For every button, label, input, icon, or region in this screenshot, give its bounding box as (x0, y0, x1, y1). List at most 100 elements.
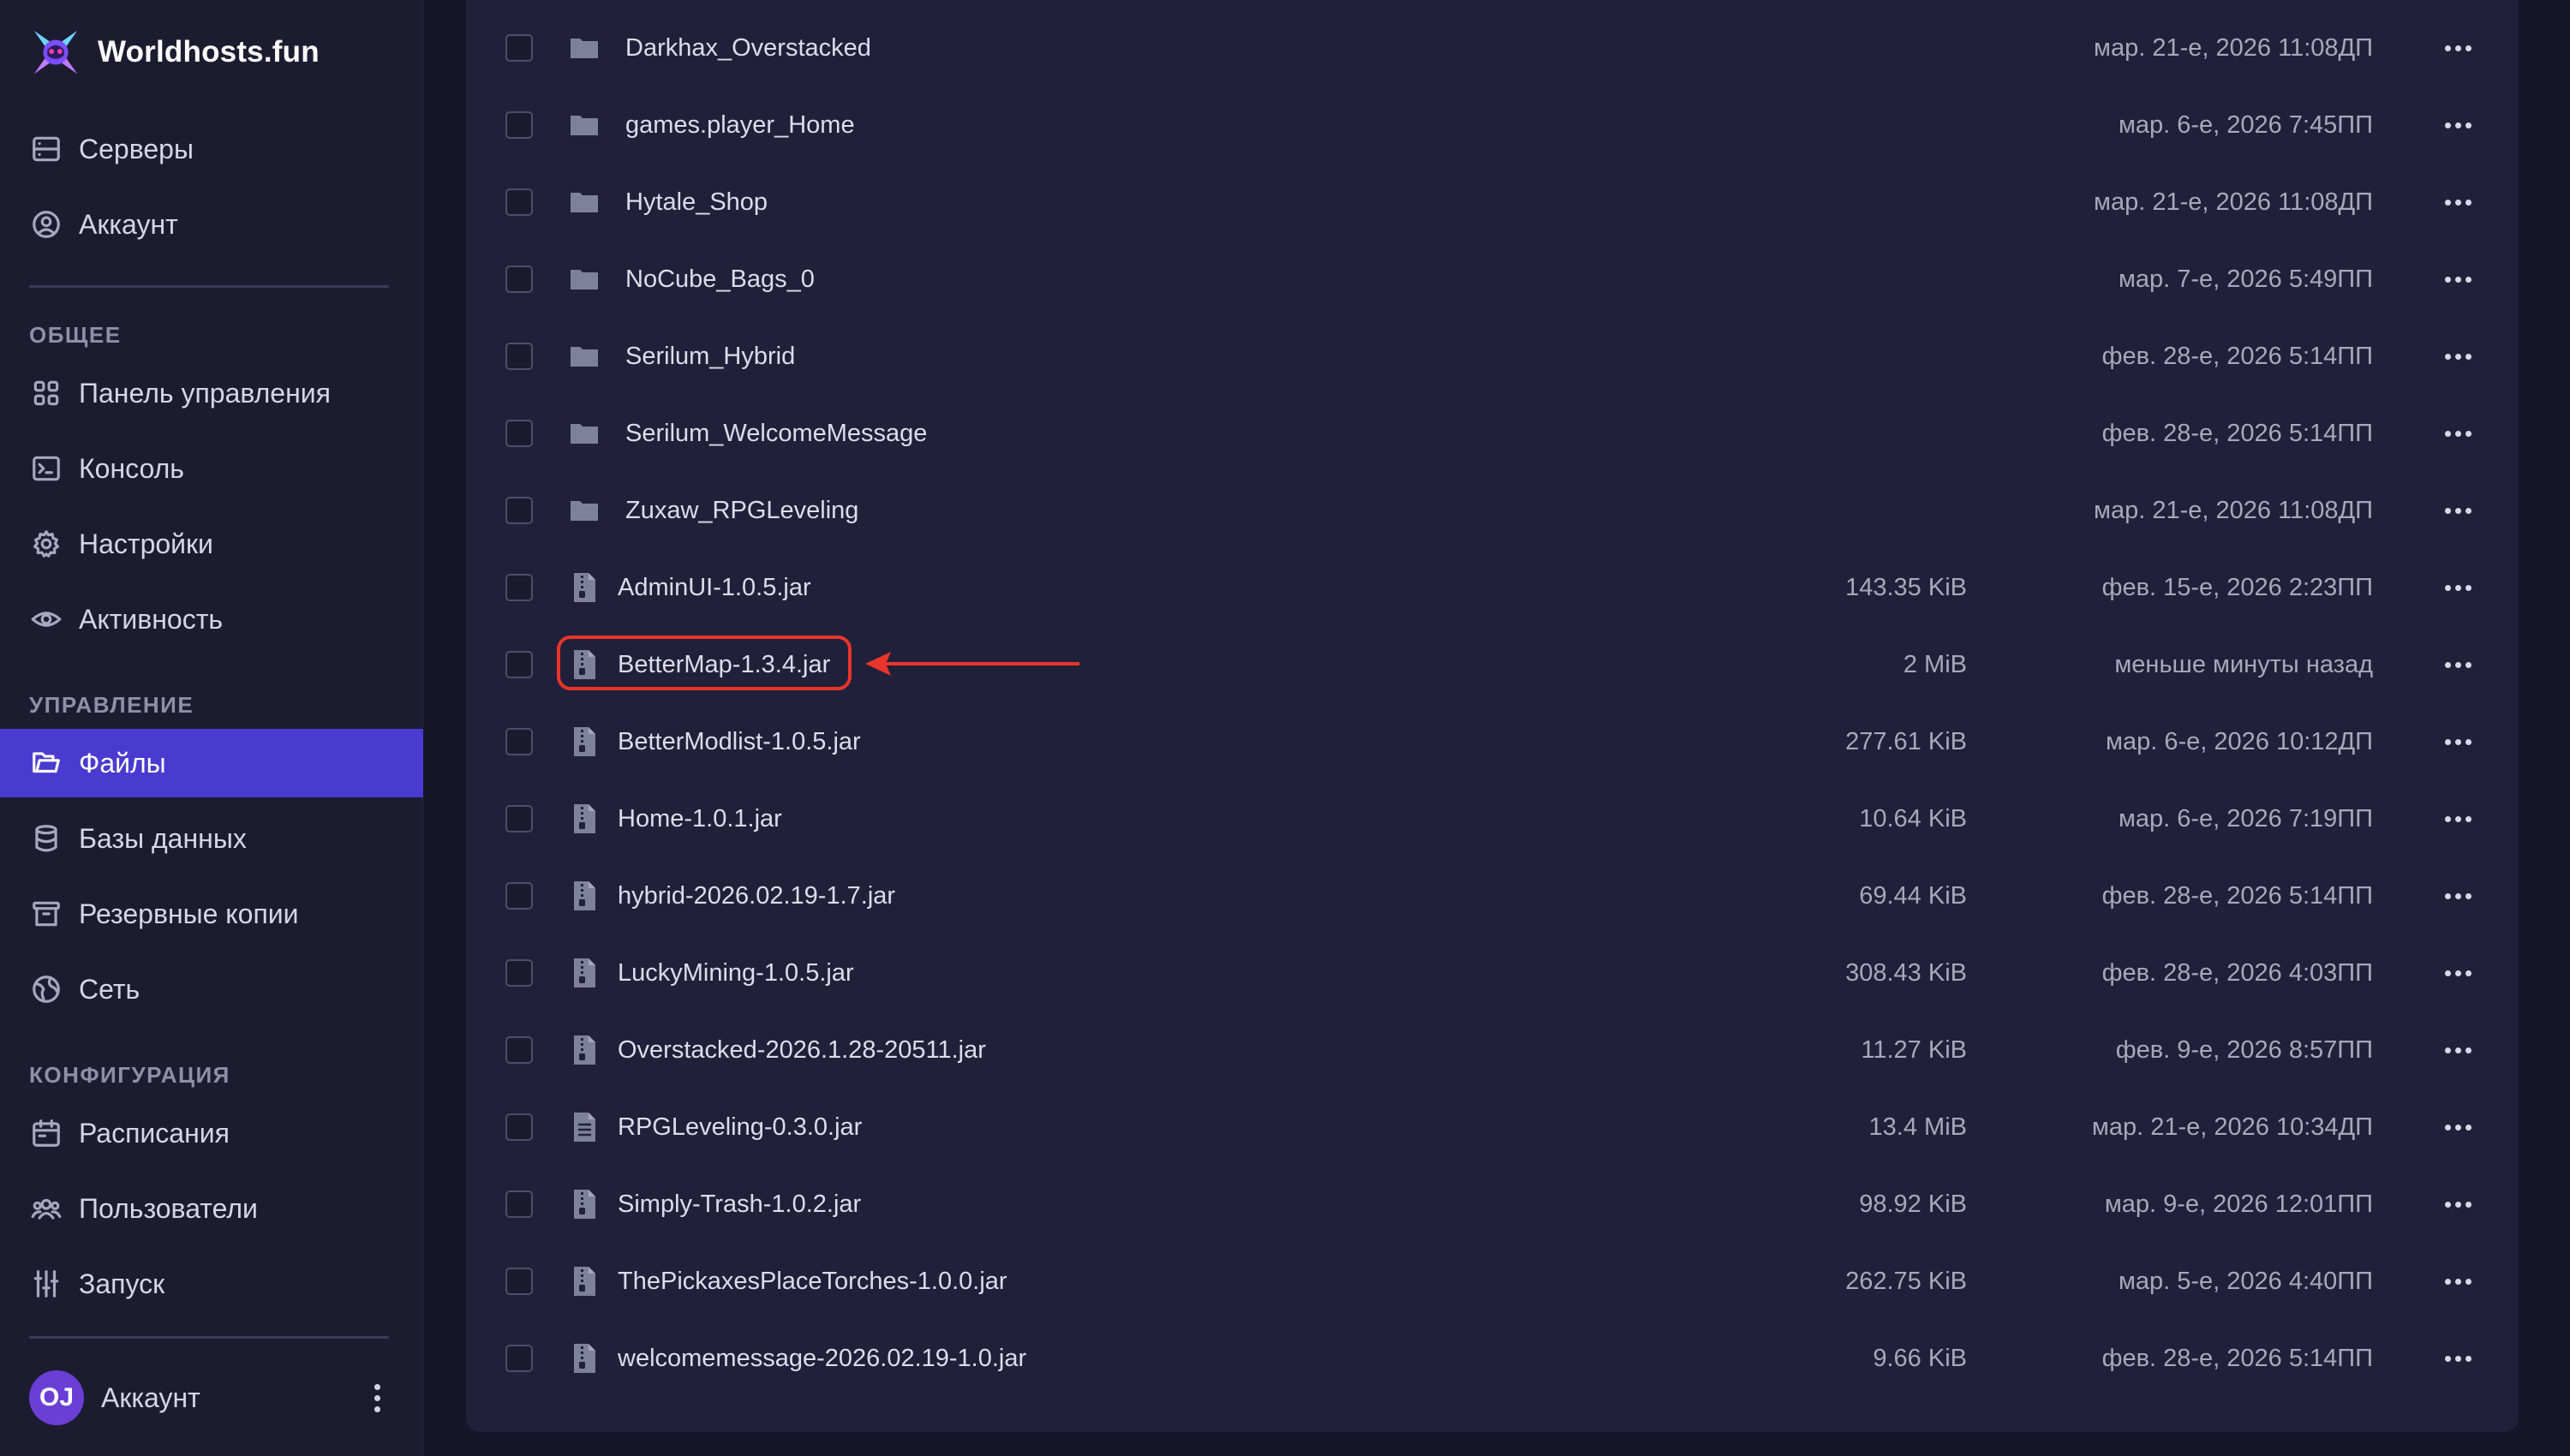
nav-account[interactable]: Аккаунт (0, 190, 423, 259)
file-name[interactable]: games.player_Home (625, 111, 855, 140)
table-row[interactable]: Serilum_Hybrid фев. 28-е, 2026 5:14ПП (466, 318, 2519, 395)
row-options-button[interactable] (2436, 1341, 2479, 1375)
file-name[interactable]: Home-1.0.1.jar (618, 805, 782, 833)
row-options-button[interactable] (2436, 802, 2479, 836)
table-row[interactable]: Hytale_Shop мар. 21-е, 2026 11:08ДП (466, 164, 2519, 241)
nav-databases[interactable]: Базы данных (0, 804, 423, 873)
nav-console[interactable]: Консоль (0, 434, 423, 503)
account-options-button[interactable] (360, 1370, 394, 1425)
file-name[interactable]: RPGLeveling-0.3.0.jar (618, 1113, 862, 1142)
table-row[interactable]: Darkhax_Overstacked мар. 21-е, 2026 11:08… (466, 9, 2519, 87)
nav-network[interactable]: Сеть (0, 955, 423, 1023)
file-name[interactable]: BetterMap-1.3.4.jar (618, 651, 830, 679)
brand[interactable]: Worldhosts.fun (29, 26, 320, 79)
row-checkbox[interactable] (505, 188, 533, 216)
table-row[interactable]: AdminUI-1.0.5.jar 143.35 KiB фев. 15-е, 20… (466, 549, 2519, 626)
row-options-button[interactable] (2436, 416, 2479, 451)
row-options-button[interactable] (2436, 570, 2479, 605)
row-checkbox[interactable] (505, 805, 533, 832)
row-options-button[interactable] (2436, 1264, 2479, 1298)
file-name[interactable]: Simply-Trash-1.0.2.jar (618, 1190, 861, 1219)
user-circle-icon (33, 211, 60, 238)
row-checkbox[interactable] (505, 1190, 533, 1218)
row-checkbox[interactable] (505, 1268, 533, 1295)
nav-startup[interactable]: Запуск (0, 1250, 423, 1318)
more-horizontal-icon (2444, 199, 2451, 206)
file-name[interactable]: Zuxaw_RPGLeveling (625, 497, 858, 525)
file-name[interactable]: welcomemessage-2026.02.19-1.0.jar (618, 1345, 1026, 1373)
nav-label: Файлы (79, 747, 166, 779)
row-checkbox[interactable] (505, 574, 533, 601)
row-options-button[interactable] (2436, 1110, 2479, 1144)
row-checkbox[interactable] (505, 34, 533, 62)
users-icon (31, 1198, 62, 1220)
file-name[interactable]: Serilum_Hybrid (625, 343, 795, 371)
row-checkbox[interactable] (505, 1036, 533, 1064)
file-modified-date: мар. 6-е, 2026 10:12ДП (2106, 727, 2373, 755)
row-checkbox[interactable] (505, 420, 533, 447)
row-options-button[interactable] (2436, 725, 2479, 759)
file-name[interactable]: Overstacked-2026.1.28-20511.jar (618, 1036, 986, 1065)
table-row[interactable]: ThePickaxesPlaceTorches-1.0.0.jar 262.75 … (466, 1243, 2519, 1320)
file-name[interactable]: hybrid-2026.02.19-1.7.jar (618, 882, 895, 910)
table-row[interactable]: NoCube_Bags_0 мар. 7-е, 2026 5:49ПП (466, 241, 2519, 318)
row-checkbox[interactable] (505, 266, 533, 293)
table-row[interactable]: hybrid-2026.02.19-1.7.jar 69.44 KiB фев. 2… (466, 857, 2519, 934)
table-row[interactable]: Simply-Trash-1.0.2.jar 98.92 KiB мар. 9-е,… (466, 1166, 2519, 1243)
file-name[interactable]: NoCube_Bags_0 (625, 266, 815, 294)
nav-users[interactable]: Пользователи (0, 1174, 423, 1243)
row-checkbox[interactable] (505, 1345, 533, 1372)
row-options-button[interactable] (2436, 1033, 2479, 1067)
row-checkbox[interactable] (505, 651, 533, 678)
table-row[interactable]: games.player_Home мар. 6-е, 2026 7:45ПП (466, 87, 2519, 164)
row-options-button[interactable] (2436, 185, 2479, 219)
file-name[interactable]: Serilum_WelcomeMessage (625, 420, 927, 448)
row-options-button[interactable] (2436, 108, 2479, 142)
table-row[interactable]: Zuxaw_RPGLeveling мар. 21-е, 2026 11:08ДП (466, 472, 2519, 549)
row-checkbox[interactable] (505, 959, 533, 987)
row-checkbox[interactable] (505, 1113, 533, 1141)
row-options-button[interactable] (2436, 956, 2479, 990)
file-size: 2 MiB (1903, 650, 1967, 678)
row-options-button[interactable] (2436, 1187, 2479, 1221)
more-horizontal-icon (2444, 815, 2451, 822)
nav-files[interactable]: Файлы (0, 729, 423, 797)
kebab-vertical-icon (374, 1383, 380, 1390)
nav-schedules[interactable]: Расписания (0, 1099, 423, 1167)
table-row[interactable]: Serilum_WelcomeMessage фев. 28-е, 2026 5:… (466, 395, 2519, 472)
file-name[interactable]: ThePickaxesPlaceTorches-1.0.0.jar (618, 1268, 1007, 1296)
row-checkbox[interactable] (505, 882, 533, 910)
nav-backups[interactable]: Резервные копии (0, 880, 423, 948)
nav-settings[interactable]: Настройки (0, 510, 423, 578)
archive-file-icon (574, 1344, 595, 1373)
nav-dashboard[interactable]: Панель управления (0, 359, 423, 427)
row-checkbox[interactable] (505, 728, 533, 755)
row-checkbox[interactable] (505, 111, 533, 139)
sidebar: Worldhosts.fun Серверы Аккаунт ОБЩЕЕ Пан… (0, 0, 423, 1456)
file-name[interactable]: AdminUI-1.0.5.jar (618, 574, 811, 602)
table-row[interactable]: LuckyMining-1.0.5.jar 308.43 KiB фев. 28-е… (466, 934, 2519, 1011)
nav-activity[interactable]: Активность (0, 585, 423, 653)
row-options-button[interactable] (2436, 339, 2479, 373)
table-row[interactable]: RPGLeveling-0.3.0.jar 13.4 MiB мар. 21-е, … (466, 1089, 2519, 1166)
folder-icon (571, 270, 598, 289)
account-menu[interactable]: OJ Аккаунт (29, 1370, 394, 1425)
row-options-button[interactable] (2436, 647, 2479, 682)
row-checkbox[interactable] (505, 343, 533, 370)
table-row[interactable]: welcomemessage-2026.02.19-1.0.jar 9.66 Ki… (466, 1320, 2519, 1397)
row-options-button[interactable] (2436, 879, 2479, 913)
file-name[interactable]: Hytale_Shop (625, 188, 768, 217)
row-options-button[interactable] (2436, 31, 2479, 65)
file-name[interactable]: BetterModlist-1.0.5.jar (618, 728, 861, 756)
file-name[interactable]: LuckyMining-1.0.5.jar (618, 959, 854, 988)
table-row[interactable]: BetterMap-1.3.4.jar 2 MiB меньше минуты на… (466, 626, 2519, 703)
row-checkbox[interactable] (505, 497, 533, 524)
row-options-button[interactable] (2436, 262, 2479, 296)
avatar[interactable]: OJ (29, 1370, 84, 1425)
row-options-button[interactable] (2436, 493, 2479, 528)
nav-servers[interactable]: Серверы (0, 115, 423, 183)
table-row[interactable]: BetterModlist-1.0.5.jar 277.61 KiB мар. 6-… (466, 703, 2519, 780)
table-row[interactable]: Overstacked-2026.1.28-20511.jar 11.27 KiB… (466, 1011, 2519, 1089)
table-row[interactable]: Home-1.0.1.jar 10.64 KiB мар. 6-е, 2026 7:… (466, 780, 2519, 857)
file-name[interactable]: Darkhax_Overstacked (625, 34, 871, 63)
